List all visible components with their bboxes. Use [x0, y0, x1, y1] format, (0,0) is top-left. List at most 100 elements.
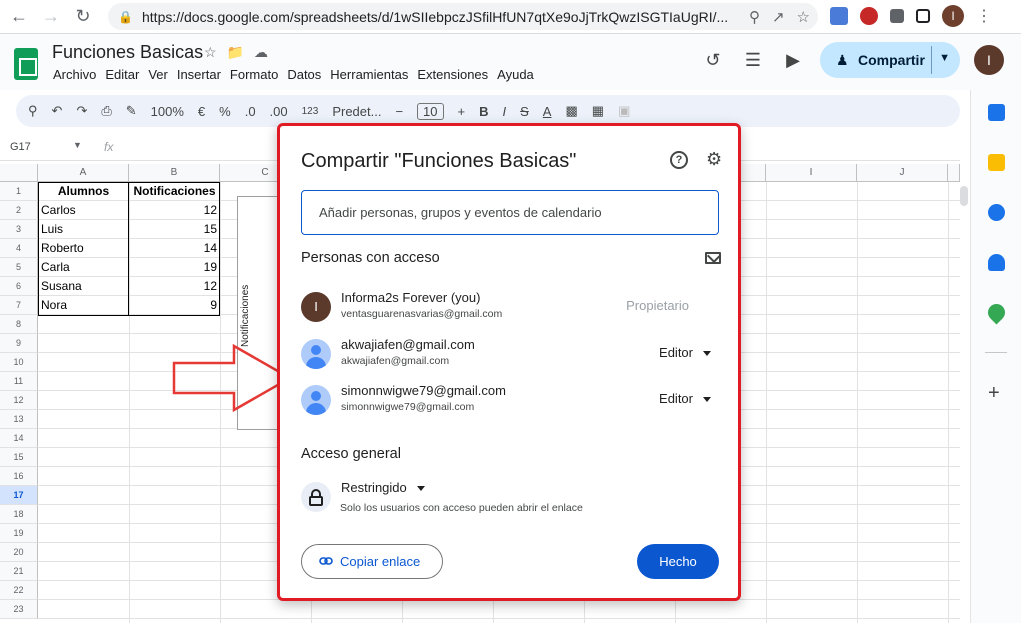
side-panel-icon[interactable] — [916, 9, 930, 23]
row-header[interactable]: 17 — [0, 486, 38, 505]
row-header[interactable]: 1 — [0, 182, 38, 201]
row-header[interactable]: 8 — [0, 315, 38, 334]
calendar-icon[interactable] — [988, 104, 1005, 121]
font-size-decrease-icon[interactable]: − — [395, 104, 403, 119]
percent-format-button[interactable]: % — [219, 104, 231, 119]
row-header[interactable]: 23 — [0, 600, 38, 619]
tasks-icon[interactable] — [988, 204, 1005, 221]
comments-icon[interactable]: ☰ — [740, 47, 766, 73]
name-box[interactable]: G17 — [10, 141, 31, 153]
decrease-decimal-button[interactable]: .0 — [245, 104, 256, 119]
text-color-icon[interactable]: A — [543, 104, 552, 119]
puzzle-extensions-icon[interactable] — [890, 9, 904, 23]
menu-ver[interactable]: Ver — [148, 67, 168, 82]
zoom-select[interactable]: 100% — [151, 104, 184, 119]
column-header-i[interactable]: I — [766, 164, 857, 182]
meet-video-icon[interactable]: ▶ — [780, 47, 806, 73]
row-header[interactable]: 13 — [0, 410, 38, 429]
increase-decimal-button[interactable]: .00 — [270, 104, 288, 119]
row-header[interactable]: 5 — [0, 258, 38, 277]
person-email: simonnwigwe79@gmail.com — [341, 401, 475, 413]
bold-icon[interactable]: B — [479, 104, 488, 119]
role-dropdown[interactable]: Editor — [659, 391, 711, 406]
row-header[interactable]: 18 — [0, 505, 38, 524]
history-icon[interactable]: ↺ — [700, 47, 726, 73]
browser-profile-avatar[interactable]: I — [942, 5, 964, 27]
bookmark-star-icon[interactable]: ☆ — [797, 8, 810, 26]
row-header[interactable]: 2 — [0, 201, 38, 220]
borders-icon[interactable]: ▦ — [592, 103, 604, 119]
share-page-icon[interactable]: ↗ — [772, 8, 785, 26]
address-bar[interactable]: 🔒 https://docs.google.com/spreadsheets/d… — [108, 3, 818, 30]
menu-extensiones[interactable]: Extensiones — [417, 67, 488, 82]
menu-herramientas[interactable]: Herramientas — [330, 67, 408, 82]
share-dropdown-icon[interactable]: ▼ — [939, 52, 950, 64]
share-button[interactable]: ♟ Compartir ▼ — [820, 42, 960, 78]
menu-editar[interactable]: Editar — [105, 67, 139, 82]
name-box-dropdown-icon[interactable]: ▼ — [73, 140, 82, 150]
strikethrough-icon[interactable]: S — [520, 104, 529, 119]
help-icon[interactable]: ? — [670, 151, 688, 169]
row-header[interactable]: 6 — [0, 277, 38, 296]
row-header[interactable]: 22 — [0, 581, 38, 600]
reload-icon[interactable]: ↻ — [70, 4, 96, 30]
row-header[interactable]: 10 — [0, 353, 38, 372]
vertical-scrollbar[interactable] — [960, 186, 968, 206]
star-icon[interactable]: ☆ — [204, 44, 217, 61]
row-header[interactable]: 9 — [0, 334, 38, 353]
currency-format-button[interactable]: € — [198, 104, 205, 119]
row-header[interactable]: 14 — [0, 429, 38, 448]
font-size-increase-icon[interactable]: + — [458, 104, 466, 119]
email-collaborators-icon[interactable] — [705, 252, 721, 264]
general-access-dropdown[interactable]: Restringido — [341, 480, 425, 495]
column-header-j[interactable]: J — [857, 164, 948, 182]
forward-icon[interactable]: → — [38, 4, 64, 30]
menu-insertar[interactable]: Insertar — [177, 67, 221, 82]
row-header[interactable]: 4 — [0, 239, 38, 258]
paint-format-icon[interactable]: ✎ — [126, 103, 137, 119]
row-header[interactable]: 11 — [0, 372, 38, 391]
document-title[interactable]: Funciones Basicas — [52, 42, 203, 63]
move-folder-icon[interactable]: 📁 — [227, 44, 244, 61]
copy-link-button[interactable]: Copiar enlace — [301, 544, 443, 579]
menu-formato[interactable]: Formato — [230, 67, 278, 82]
merge-cells-icon[interactable]: ▣ — [618, 103, 630, 119]
row-header[interactable]: 16 — [0, 467, 38, 486]
font-select[interactable]: Predet... — [332, 104, 381, 119]
row-header[interactable]: 3 — [0, 220, 38, 239]
italic-icon[interactable]: I — [503, 104, 507, 119]
row-header[interactable]: 7 — [0, 296, 38, 315]
sheets-logo-icon[interactable] — [14, 48, 38, 80]
add-addon-icon[interactable]: + — [988, 382, 1000, 405]
column-header-b[interactable]: B — [129, 164, 220, 182]
menu-datos[interactable]: Datos — [287, 67, 321, 82]
menu-ayuda[interactable]: Ayuda — [497, 67, 534, 82]
add-people-input[interactable]: Añadir personas, grupos y eventos de cal… — [301, 190, 719, 235]
column-header-a[interactable]: A — [38, 164, 129, 182]
contacts-icon[interactable] — [988, 254, 1005, 271]
back-icon[interactable]: ← — [6, 4, 32, 30]
maps-icon[interactable] — [984, 300, 1009, 325]
font-size-input[interactable]: 10 — [417, 102, 444, 120]
search-menus-icon[interactable]: ⚲ — [28, 103, 38, 119]
role-dropdown[interactable]: Editor — [659, 345, 711, 360]
browser-menu-icon[interactable]: ⋮ — [976, 6, 992, 26]
fill-color-icon[interactable]: ▩ — [565, 103, 577, 119]
row-header[interactable]: 21 — [0, 562, 38, 581]
menu-archivo[interactable]: Archivo — [53, 67, 96, 82]
row-header[interactable]: 15 — [0, 448, 38, 467]
row-header[interactable]: 19 — [0, 524, 38, 543]
settings-gear-icon[interactable]: ⚙ — [706, 149, 722, 170]
row-header[interactable]: 12 — [0, 391, 38, 410]
extension-blue-icon[interactable] — [830, 7, 848, 25]
extension-red-icon[interactable] — [860, 7, 878, 25]
undo-icon[interactable]: ↶ — [52, 103, 63, 119]
print-icon[interactable]: ⎙ — [101, 103, 111, 119]
zoom-icon[interactable]: ⚲ — [749, 8, 760, 26]
done-button[interactable]: Hecho — [637, 544, 719, 579]
keep-icon[interactable] — [988, 154, 1005, 171]
account-avatar[interactable]: I — [974, 45, 1004, 75]
row-header[interactable]: 20 — [0, 543, 38, 562]
number-format-button[interactable]: 123 — [302, 106, 319, 117]
redo-icon[interactable]: ↷ — [76, 103, 87, 119]
